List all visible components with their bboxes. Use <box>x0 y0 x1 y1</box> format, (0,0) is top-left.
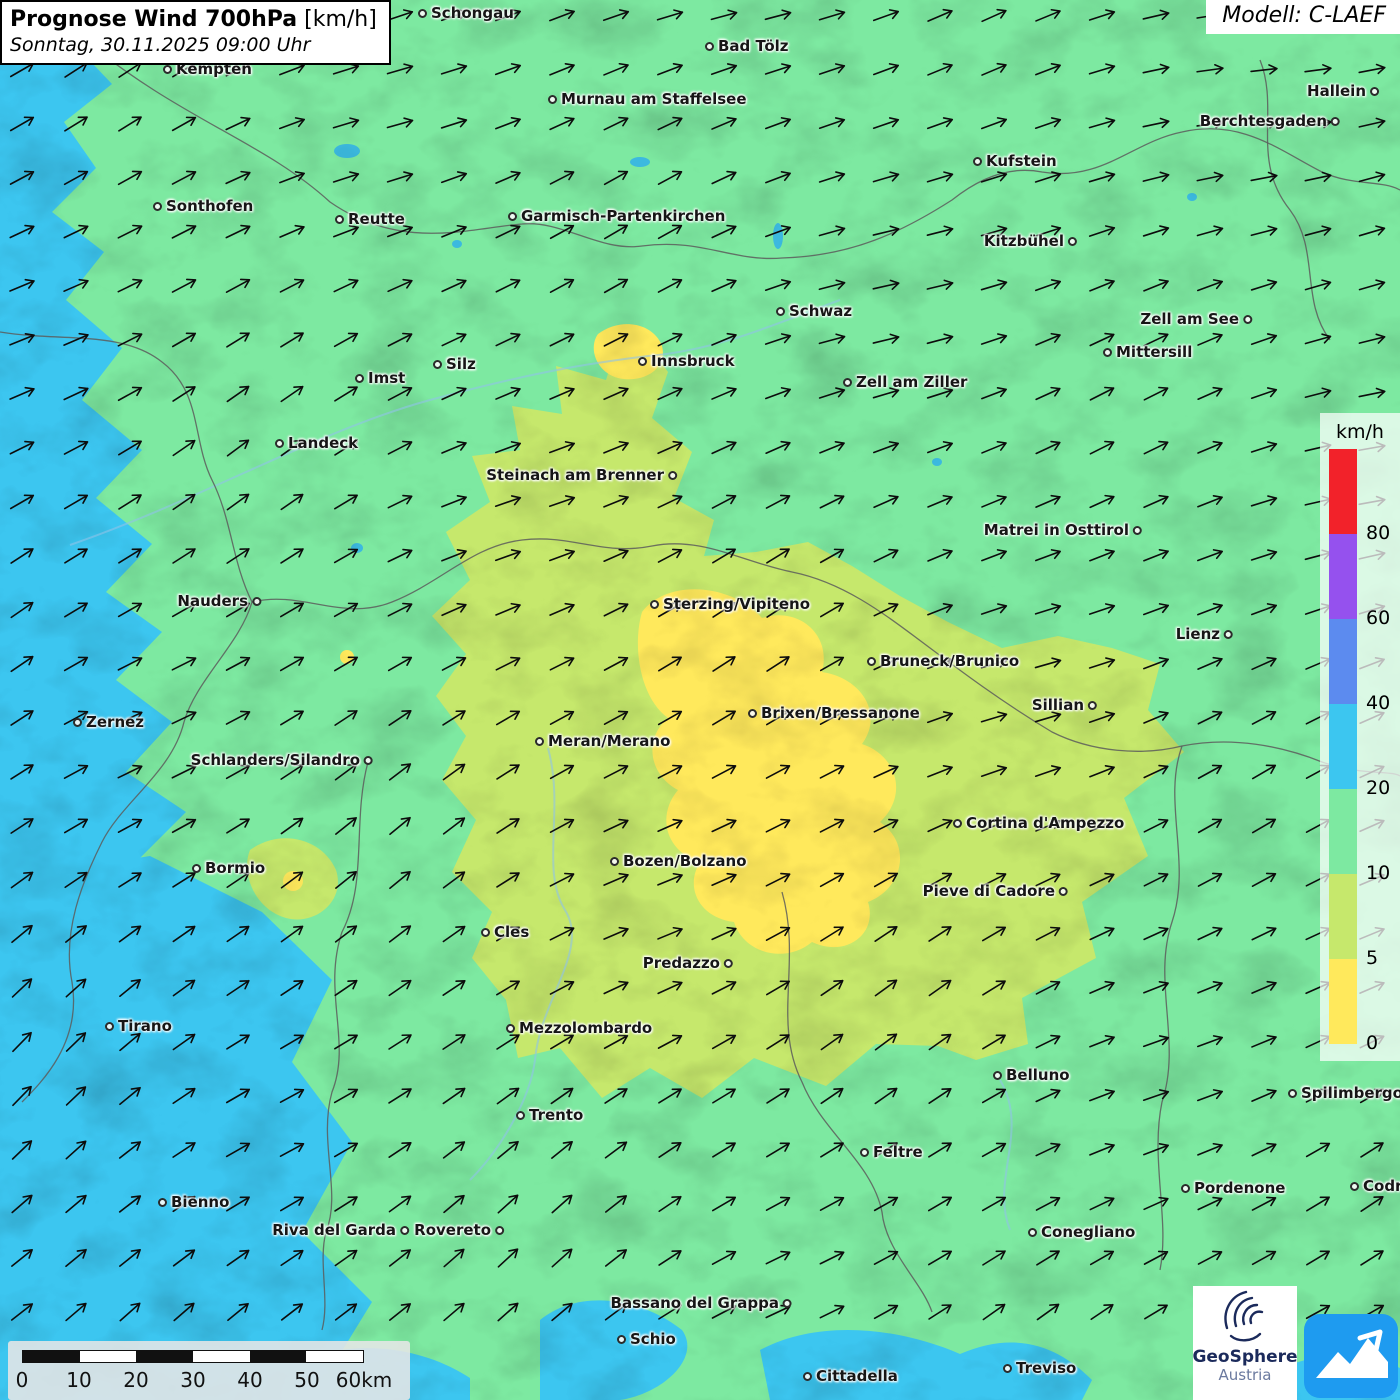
scalebar-cell <box>23 1351 80 1362</box>
scalebar-tick: 30 <box>180 1368 205 1392</box>
scalebar-tick: 20 <box>123 1368 148 1392</box>
legend-tick: 40 <box>1366 692 1390 714</box>
scalebar-tick: 0 <box>16 1368 29 1392</box>
scalebar-cell <box>193 1351 250 1362</box>
legend-tick: 0 <box>1366 1032 1378 1054</box>
legend-tick: 80 <box>1366 522 1390 544</box>
scalebar-tick: 50 <box>294 1368 319 1392</box>
model-label: Modell: C-LAEF <box>1206 0 1400 34</box>
logo-sub: Austria <box>1219 1367 1272 1384</box>
scalebar-cell <box>80 1351 137 1362</box>
legend-segment <box>1329 789 1357 874</box>
legend-bar <box>1329 449 1357 1044</box>
scalebar-cell <box>250 1351 307 1362</box>
legend-segment <box>1329 704 1357 789</box>
legend-segment <box>1329 874 1357 959</box>
title-unit: [km/h] <box>297 7 377 32</box>
legend-title: km/h <box>1320 421 1400 443</box>
color-legend: km/h 80 60 40 20 10 5 0 <box>1320 413 1400 1061</box>
legend-segment <box>1329 959 1357 1044</box>
terrain-shading <box>0 0 1400 1400</box>
legend-segment <box>1329 534 1357 619</box>
legend-tick: 5 <box>1366 947 1378 969</box>
legend-tick: 20 <box>1366 777 1390 799</box>
scalebar-tick: 40 <box>237 1368 262 1392</box>
title-box: Prognose Wind 700hPa [km/h] Sonntag, 30.… <box>0 0 391 65</box>
geosphere-spiral-icon <box>1216 1286 1274 1346</box>
scalebar-cell <box>136 1351 193 1362</box>
legend-segment <box>1329 449 1357 534</box>
distance-scalebar: 0 10 20 30 40 50 60km <box>8 1341 410 1400</box>
legend-segment <box>1329 619 1357 704</box>
valid-time: Sonntag, 30.11.2025 09:00 Uhr <box>10 34 377 56</box>
geosphere-logo-box: GeoSphere Austria <box>1193 1286 1297 1400</box>
legend-tick: 60 <box>1366 607 1390 629</box>
logo-name: GeoSphere <box>1192 1348 1297 1367</box>
scalebar-tick: 60km <box>336 1368 393 1392</box>
map-title: Prognose Wind 700hPa [km/h] <box>10 7 377 32</box>
map-canvas <box>0 0 1400 1400</box>
legend-tick: 10 <box>1366 862 1390 884</box>
scalebar-cell <box>306 1351 363 1362</box>
wind-forecast-map: SchongauBad TölzKemptenMurnau am Staffel… <box>0 0 1400 1400</box>
geosphere-blue-mark <box>1302 1312 1400 1400</box>
scalebar-tick: 10 <box>66 1368 91 1392</box>
title-parameter: Prognose Wind 700hPa <box>10 7 297 32</box>
scalebar-bar <box>22 1350 364 1363</box>
